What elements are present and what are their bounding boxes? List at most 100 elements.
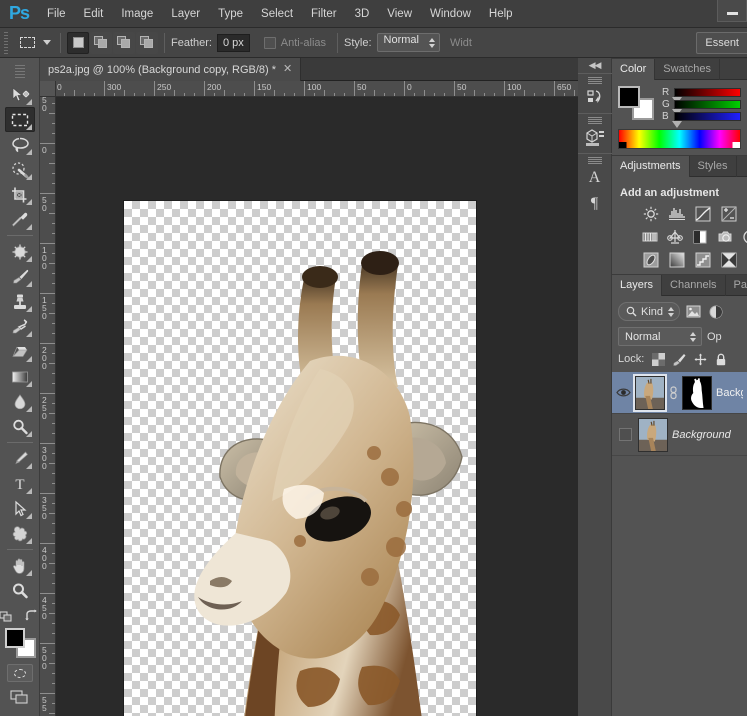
vertical-ruler[interactable]: 50 0 50 100 150 200 250 300 350 400 450 500 55 [40, 97, 56, 716]
dock-group-grip[interactable] [587, 116, 602, 124]
lasso-tool[interactable] [5, 132, 35, 157]
filter-pixel-icon[interactable] [685, 303, 702, 320]
menu-help[interactable]: Help [480, 0, 522, 28]
layer-visibility-toggle[interactable] [616, 387, 631, 398]
blue-slider-thumb[interactable] [672, 121, 682, 128]
pen-tool[interactable] [5, 446, 35, 471]
eyedropper-tool[interactable] [5, 207, 35, 232]
menu-select[interactable]: Select [252, 0, 302, 28]
brightness-contrast-icon[interactable] [642, 205, 659, 222]
tool-preset-picker[interactable] [14, 32, 40, 54]
shape-tool[interactable] [5, 521, 35, 546]
spot-healing-brush-tool[interactable] [5, 239, 35, 264]
layer-thumbnail[interactable] [638, 417, 668, 452]
clone-stamp-tool[interactable] [5, 289, 35, 314]
menu-window[interactable]: Window [421, 0, 480, 28]
lock-image-icon[interactable] [672, 352, 686, 366]
close-icon[interactable]: ✕ [283, 64, 292, 75]
levels-icon[interactable] [668, 205, 685, 222]
brush-tool[interactable] [5, 264, 35, 289]
gradient-tool[interactable] [5, 364, 35, 389]
path-selection-tool[interactable] [5, 496, 35, 521]
tab-adjustments[interactable]: Adjustments [612, 156, 690, 177]
photo-filter-icon[interactable] [717, 228, 733, 245]
lock-position-icon[interactable] [693, 352, 707, 366]
zoom-tool[interactable] [5, 578, 35, 603]
tab-layers[interactable]: Layers [612, 275, 663, 296]
move-tool[interactable] [5, 82, 35, 107]
history-panel-icon[interactable] [580, 85, 610, 111]
hue-saturation-icon[interactable] [667, 228, 683, 245]
layer-kind-filter[interactable]: Kind [618, 302, 681, 321]
chevron-down-icon[interactable] [40, 32, 54, 54]
menu-3d[interactable]: 3D [346, 0, 379, 28]
lock-transparency-icon[interactable] [651, 352, 665, 366]
channel-mixer-icon[interactable] [742, 228, 747, 245]
new-selection-button[interactable] [67, 31, 89, 54]
image-canvas[interactable] [124, 201, 476, 716]
minimize-button[interactable] [717, 0, 747, 22]
menu-view[interactable]: View [378, 0, 421, 28]
add-to-selection-button[interactable] [90, 31, 112, 54]
ruler-corner[interactable] [40, 81, 56, 97]
character-panel-icon[interactable]: A [580, 165, 610, 191]
edit-toolbar-icon[interactable] [0, 607, 16, 624]
hand-tool[interactable] [5, 553, 35, 578]
color-lookup-icon[interactable] [642, 251, 659, 268]
quick-selection-tool[interactable] [5, 157, 35, 182]
blend-mode-select[interactable]: Normal [618, 327, 702, 346]
feather-input[interactable]: 0 px [216, 33, 250, 52]
document-tab[interactable]: ps2a.jpg @ 100% (Background copy, RGB/8)… [40, 58, 302, 81]
crop-tool[interactable] [5, 182, 35, 207]
blue-slider[interactable] [672, 112, 741, 128]
history-brush-tool[interactable] [5, 314, 35, 339]
menu-image[interactable]: Image [112, 0, 162, 28]
color-ramp[interactable] [618, 129, 741, 149]
paragraph-panel-icon[interactable]: ¶ [580, 191, 610, 217]
layer-mask-thumbnail[interactable] [682, 375, 712, 410]
vibrance-icon[interactable] [642, 228, 658, 245]
tab-swatches[interactable]: Swatches [655, 59, 720, 80]
menu-type[interactable]: Type [209, 0, 252, 28]
menu-edit[interactable]: Edit [75, 0, 113, 28]
quick-mask-button[interactable] [6, 664, 33, 682]
foreground-color-swatch[interactable] [618, 86, 640, 108]
green-slider[interactable] [672, 100, 741, 116]
dock-group-grip[interactable] [587, 76, 602, 84]
layer-row[interactable]: Backgr [612, 372, 747, 414]
tab-channels[interactable]: Channels [662, 275, 726, 296]
anti-alias-checkbox[interactable] [263, 36, 276, 49]
layer-thumbnail[interactable] [635, 375, 665, 410]
filter-adjustment-icon[interactable] [707, 303, 724, 320]
menu-filter[interactable]: Filter [302, 0, 346, 28]
threshold-icon[interactable] [720, 251, 737, 268]
menu-layer[interactable]: Layer [162, 0, 209, 28]
exposure-icon[interactable] [720, 205, 737, 222]
tab-paths[interactable]: Paths [726, 275, 747, 296]
workspace-switcher-button[interactable]: Essent [696, 31, 747, 54]
intersect-with-selection-button[interactable] [136, 31, 158, 54]
tab-color[interactable]: Color [612, 59, 656, 80]
layer-mask-link-icon[interactable] [669, 385, 678, 400]
swap-colors-icon[interactable] [24, 607, 41, 624]
dodge-tool[interactable] [5, 414, 35, 439]
horizontal-ruler[interactable]: 0 300 250 200 150 100 50 0 50 100 650 [40, 81, 578, 97]
tools-panel-grip[interactable] [14, 62, 25, 80]
menu-file[interactable]: File [38, 0, 75, 28]
curves-icon[interactable] [694, 205, 711, 222]
canvas-scroll-host[interactable] [56, 97, 578, 716]
layer-row[interactable]: Background [612, 414, 747, 456]
lock-all-icon[interactable] [714, 352, 728, 366]
collapse-panels-button[interactable]: ◀◀ [578, 58, 612, 73]
foreground-color-swatch[interactable] [4, 628, 25, 648]
style-select[interactable]: Normal [376, 33, 440, 52]
tab-styles[interactable]: Styles [690, 156, 737, 177]
invert-icon[interactable] [668, 251, 685, 268]
rectangular-marquee-tool[interactable] [4, 107, 35, 132]
eraser-tool[interactable] [5, 339, 35, 364]
screen-mode-button[interactable] [7, 687, 33, 707]
blur-tool[interactable] [5, 389, 35, 414]
type-tool[interactable]: T [5, 471, 35, 496]
3d-panel-icon[interactable] [580, 125, 610, 151]
posterize-icon[interactable] [694, 251, 711, 268]
